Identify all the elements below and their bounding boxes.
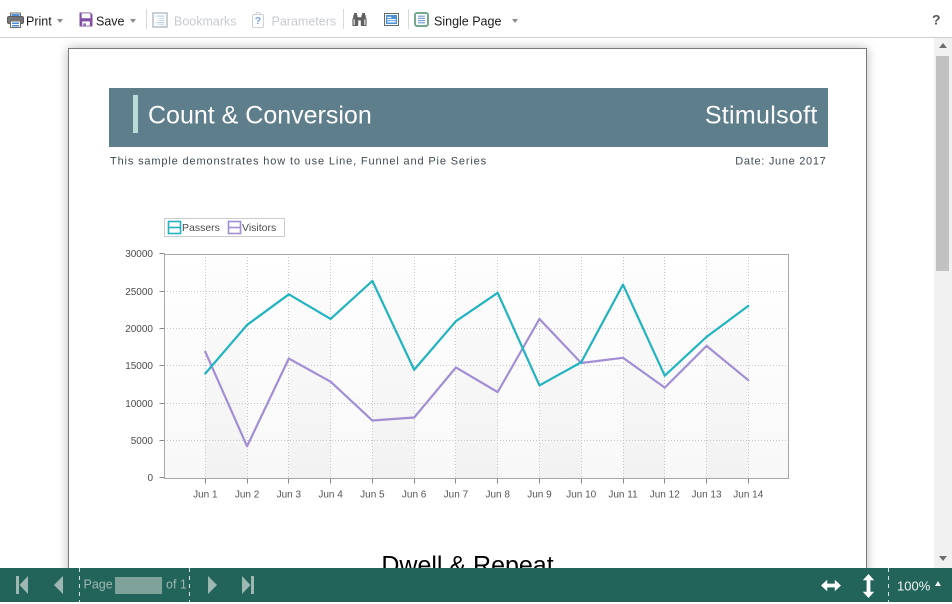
svg-text:Jun 3: Jun 3 [277,490,302,501]
svg-text:Passers: Passers [182,222,220,234]
svg-text:5000: 5000 [131,436,154,447]
svg-text:Jun 14: Jun 14 [733,490,763,501]
svg-text:Parameters: Parameters [272,15,337,29]
svg-text:Jun 7: Jun 7 [444,490,469,501]
svg-text:Count & Conversion: Count & Conversion [148,102,372,130]
svg-text:Bookmarks: Bookmarks [174,15,237,29]
svg-text:Jun 5: Jun 5 [360,490,385,501]
svg-text:Save: Save [96,15,125,29]
svg-text:Print: Print [26,15,52,29]
svg-text:100%: 100% [897,578,931,593]
svg-text:Visitors: Visitors [242,222,276,234]
svg-text:25000: 25000 [125,287,153,298]
svg-text:Jun 12: Jun 12 [650,490,680,501]
svg-text:0: 0 [147,473,153,484]
svg-text:Jun 8: Jun 8 [485,490,510,501]
svg-text:This sample demonstrates how t: This sample demonstrates how to use Line… [110,156,487,168]
svg-text:Jun 6: Jun 6 [402,490,427,501]
svg-text:Jun 9: Jun 9 [527,490,552,501]
svg-text:Date: June 2017: Date: June 2017 [735,156,826,168]
svg-text:15000: 15000 [125,361,153,372]
svg-text:Jun 11: Jun 11 [608,490,638,501]
svg-text:10000: 10000 [125,399,153,410]
svg-text:20000: 20000 [125,324,153,335]
svg-text:Stimulsoft: Stimulsoft [705,102,818,130]
svg-text:Jun 1: Jun 1 [193,490,218,501]
svg-text:Jun 13: Jun 13 [692,490,722,501]
svg-text:of 1: of 1 [166,577,187,591]
svg-text:Single Page: Single Page [434,15,501,29]
svg-text:Jun 10: Jun 10 [566,490,596,501]
svg-text:?: ? [932,12,941,28]
svg-text:Jun 2: Jun 2 [235,490,260,501]
svg-text:?: ? [255,15,261,27]
svg-text:Jun 4: Jun 4 [318,490,343,501]
svg-text:30000: 30000 [125,249,153,260]
svg-text:Dwell & Repeat: Dwell & Repeat [381,551,553,568]
svg-text:Page: Page [84,577,113,591]
